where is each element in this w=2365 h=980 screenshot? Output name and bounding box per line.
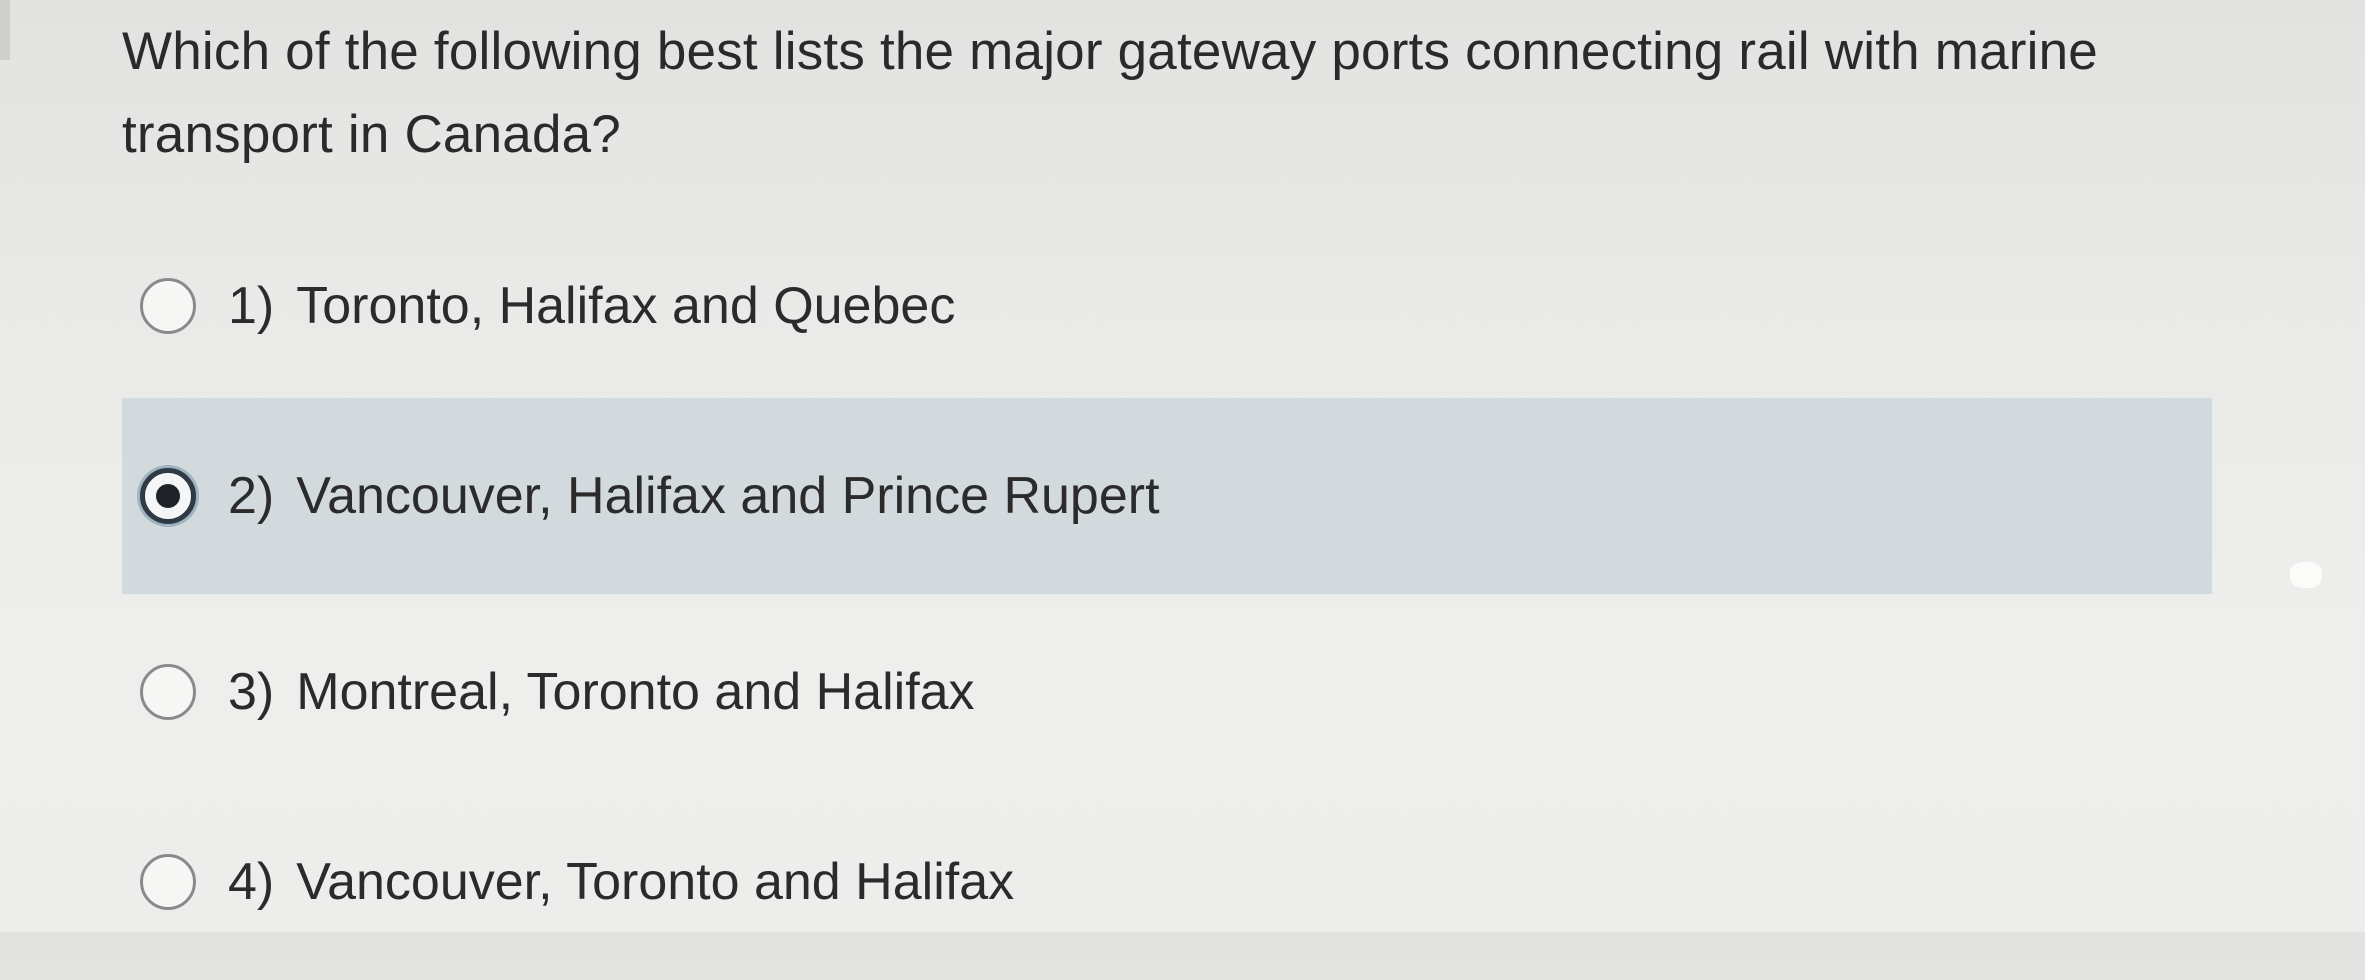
option-3-label: Montreal, Toronto and Halifax [296,663,975,721]
option-4-label: Vancouver, Toronto and Halifax [296,853,1015,911]
radio-button-4[interactable] [140,854,196,910]
screen-edge [0,0,10,60]
question-text: Which of the following best lists the ma… [122,22,2098,164]
radio-selected-dot-icon [156,484,180,508]
option-1-label: Toronto, Halifax and Quebec [296,277,956,335]
option-3[interactable]: 3) Montreal, Toronto and Halifax [122,594,2212,790]
option-2-text: 2) Vancouver, Halifax and Prince Rupert [228,466,1160,526]
screen-glare [2290,562,2322,588]
option-2-number: 2) [228,467,275,525]
option-1[interactable]: 1) Toronto, Halifax and Quebec [122,208,2212,404]
option-3-number: 3) [228,663,275,721]
option-1-text: 1) Toronto, Halifax and Quebec [228,276,955,336]
radio-button-2[interactable] [140,468,196,524]
option-3-text: 3) Montreal, Toronto and Halifax [228,662,975,722]
radio-button-1[interactable] [140,278,196,334]
option-2-label: Vancouver, Halifax and Prince Rupert [296,467,1160,525]
option-4[interactable]: 4) Vancouver, Toronto and Halifax [122,784,2212,980]
option-2[interactable]: 2) Vancouver, Halifax and Prince Rupert [122,398,2212,594]
option-1-number: 1) [228,277,275,335]
radio-button-3[interactable] [140,664,196,720]
option-4-number: 4) [228,853,275,911]
option-4-text: 4) Vancouver, Toronto and Halifax [228,852,1014,912]
